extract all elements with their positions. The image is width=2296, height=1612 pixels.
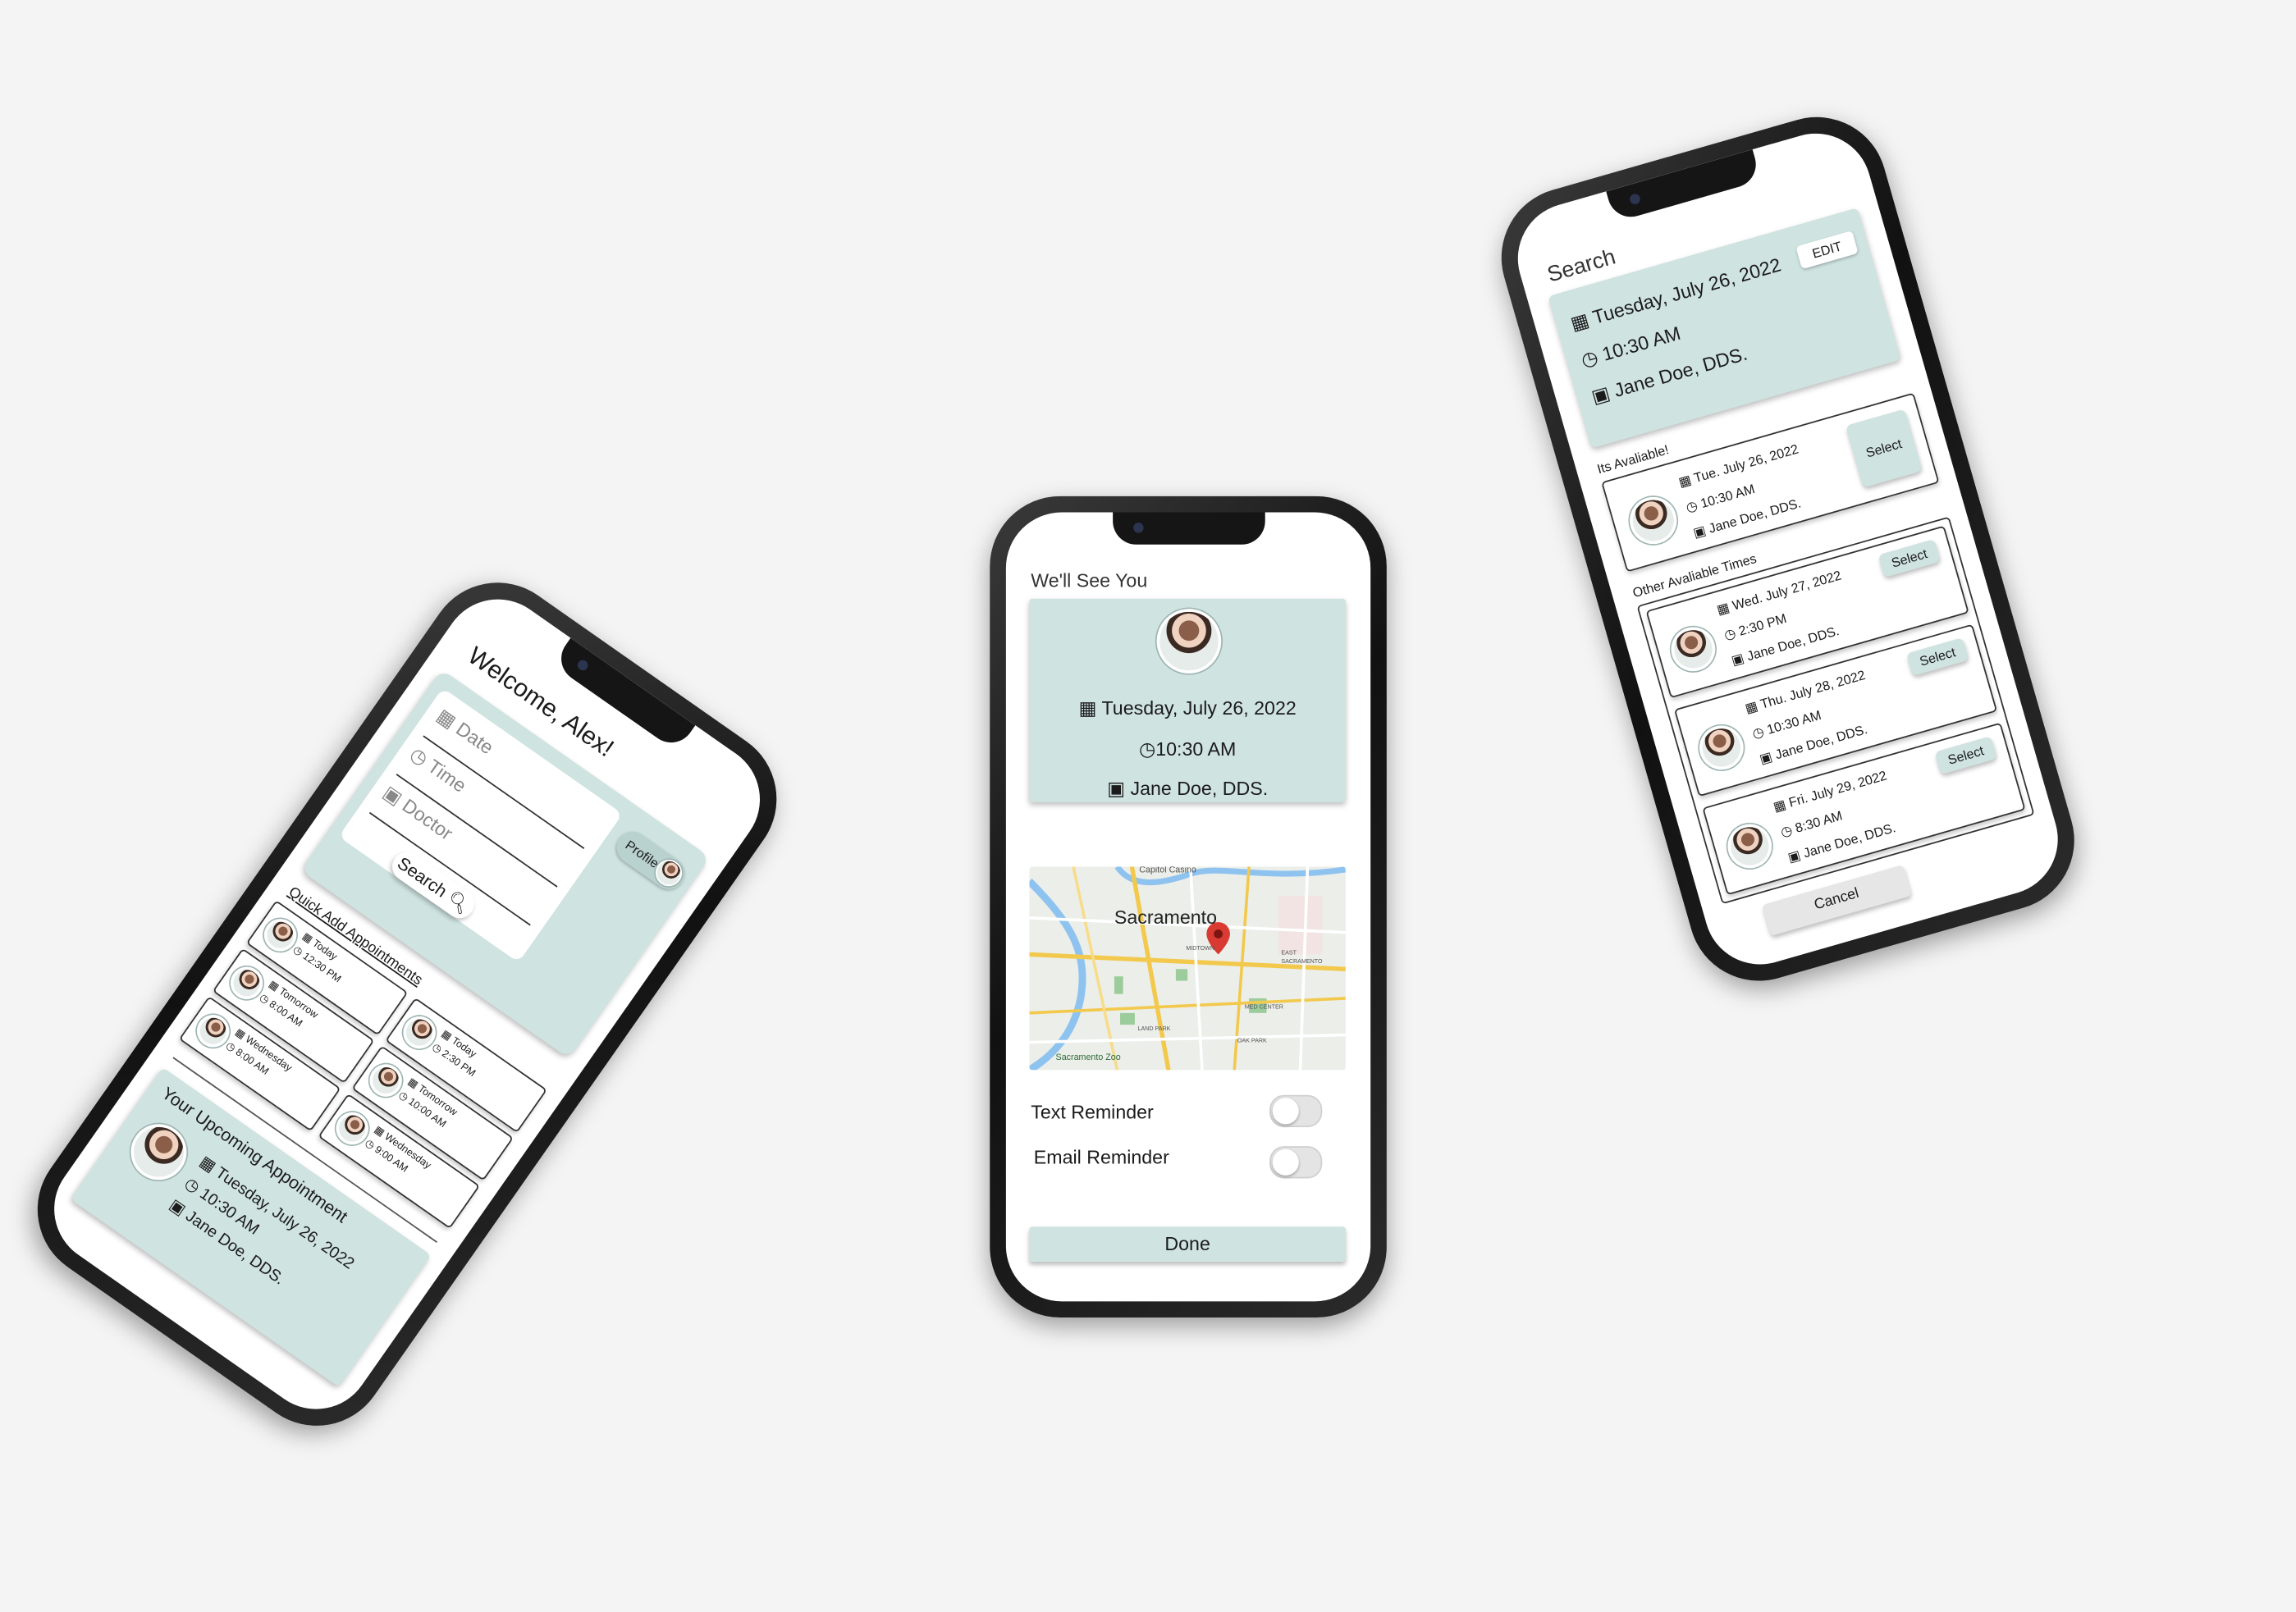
doctor-badge-icon: ▣ — [1691, 524, 1708, 542]
doctor-badge-icon: ▣ — [1730, 651, 1746, 670]
text-reminder-label: Text Reminder — [1031, 1100, 1154, 1123]
clock-icon: ◷ — [1579, 346, 1601, 373]
doctor-avatar — [1624, 491, 1683, 550]
map-city-label: Sacramento — [1114, 906, 1218, 929]
done-button[interactable]: Done — [1029, 1226, 1346, 1263]
calendar-icon: ▦ — [1772, 798, 1788, 816]
search-screen: Search ▦ Tuesday, July 26, 2022 ◷ 10:30 … — [1504, 120, 2071, 978]
map-label: MIDTOWN — [1186, 943, 1215, 952]
doctor-avatar — [1722, 819, 1777, 874]
camera-icon — [1628, 192, 1642, 206]
appointment-doctor: Jane Doe, DDS. — [1130, 777, 1269, 800]
clock-icon: ◷ — [1139, 738, 1156, 760]
text-reminder-toggle[interactable] — [1269, 1094, 1323, 1127]
edit-label: EDIT — [1810, 239, 1844, 262]
cancel-label: Cancel — [1812, 885, 1861, 914]
appointment-time: 10:30 AM — [1155, 737, 1237, 760]
select-label: Select — [1864, 436, 1904, 461]
calendar-icon: ▦ — [1568, 309, 1592, 336]
map-graphic — [1029, 866, 1346, 1071]
home-screen: Welcome, Alex! ▦ Date ◷ Time ▣ Doctor Se… — [32, 577, 782, 1432]
notch — [1606, 149, 1762, 223]
select-label: Select — [1918, 644, 1958, 669]
map-label: LAND PARK — [1137, 1025, 1171, 1033]
map-label: EAST SACRAMENTO — [1281, 948, 1323, 965]
calendar-icon: ▦ — [1715, 601, 1732, 619]
notch — [1112, 512, 1265, 545]
phone-search: Search ▦ Tuesday, July 26, 2022 ◷ 10:30 … — [1484, 100, 2092, 998]
doctor-avatar — [1156, 609, 1222, 674]
select-button[interactable]: Select — [1845, 409, 1923, 488]
email-reminder-toggle[interactable] — [1269, 1146, 1323, 1179]
camera-icon — [1132, 523, 1143, 533]
doctor-avatar — [1666, 622, 1721, 677]
mockup-stage: Welcome, Alex! ▦ Date ◷ Time ▣ Doctor Se… — [0, 0, 2296, 1612]
select-label: Select — [1889, 546, 1929, 571]
done-label: Done — [1164, 1232, 1210, 1255]
select-button[interactable]: Select — [1878, 538, 1942, 578]
confirmation-title: We'll See You — [1031, 569, 1148, 591]
confirmation-screen: We'll See You ▦ Tuesday, July 26, 2022 ◷… — [1005, 512, 1371, 1302]
select-button[interactable]: Select — [1905, 637, 1969, 677]
doctor-badge-icon: ▣ — [1107, 779, 1126, 801]
profile-button[interactable]: Profile — [610, 825, 692, 896]
select-label: Select — [1946, 742, 1986, 768]
map-label: OAK PARK — [1237, 1036, 1267, 1044]
calendar-icon: ▦ — [1078, 698, 1097, 720]
phone-confirmation: We'll See You ▦ Tuesday, July 26, 2022 ◷… — [990, 495, 1387, 1317]
location-map[interactable]: Sacramento Capitol Casino MIDTOWN EAST S… — [1029, 866, 1346, 1071]
doctor-badge-icon: ▣ — [1786, 848, 1803, 867]
phone-home: Welcome, Alex! ▦ Date ◷ Time ▣ Doctor Se… — [10, 555, 804, 1454]
profile-label: Profile — [622, 837, 662, 871]
appointment-date: Tuesday, July 26, 2022 — [1101, 696, 1297, 719]
map-label: Capitol Casino — [1139, 866, 1196, 876]
doctor-badge-icon: ▣ — [1758, 750, 1775, 769]
select-button[interactable]: Select — [1934, 736, 1997, 775]
edit-button[interactable]: EDIT — [1795, 231, 1859, 270]
doctor-avatar — [1694, 720, 1749, 775]
email-reminder-label: Email Reminder — [1033, 1146, 1169, 1168]
doctor-avatar — [120, 1113, 198, 1191]
camera-icon — [575, 658, 590, 673]
map-label: Sacramento Zoo — [1055, 1053, 1121, 1063]
date-placeholder: Date — [451, 717, 498, 759]
doctor-badge-icon: ▣ — [1589, 383, 1613, 409]
appointment-card: ▦ Tuesday, July 26, 2022 ◷10:30 AM ▣ Jan… — [1029, 598, 1346, 802]
map-label: MED CENTER — [1244, 1002, 1283, 1011]
